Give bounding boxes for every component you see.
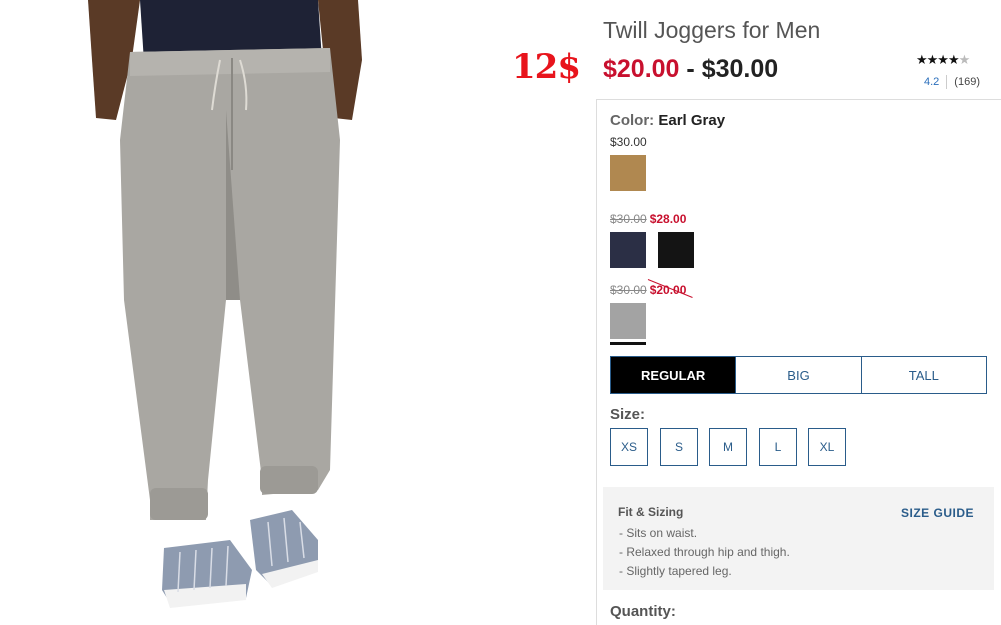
selected-swatch-indicator bbox=[610, 342, 646, 345]
price-range: $20.00 - $30.00 bbox=[603, 55, 778, 84]
fit-details-list: Sits on waist. Relaxed through hip and t… bbox=[619, 524, 790, 581]
price-tier-regular: $30.00 bbox=[610, 135, 647, 149]
price-tier-sale-1: $30.00 $28.00 bbox=[610, 212, 687, 226]
size-guide-link[interactable]: SIZE GUIDE bbox=[901, 506, 974, 520]
fit-sizing-title: Fit & Sizing bbox=[618, 505, 684, 519]
rating-score: 4.2 bbox=[924, 75, 940, 88]
size-s-button[interactable]: S bbox=[660, 428, 698, 466]
tab-tall[interactable]: TALL bbox=[860, 357, 986, 393]
size-m-button[interactable]: M bbox=[709, 428, 747, 466]
promo-price-sticker: 12$ bbox=[512, 47, 581, 87]
product-title: Twill Joggers for Men bbox=[603, 17, 821, 43]
list-item: Relaxed through hip and thigh. bbox=[619, 543, 789, 562]
fit-tabs: REGULAR BIG TALL bbox=[610, 356, 987, 394]
price-separator: - bbox=[686, 55, 695, 83]
star-rating-icon: ★★★★★ bbox=[916, 52, 970, 67]
size-xs-button[interactable]: XS bbox=[610, 428, 648, 466]
quantity-label: Quantity: bbox=[610, 603, 676, 620]
panel-divider bbox=[596, 99, 1001, 100]
rating-divider bbox=[946, 75, 948, 89]
selected-color: Earl Gray bbox=[658, 112, 726, 129]
price-high: $30.00 bbox=[701, 55, 779, 83]
tab-regular[interactable]: REGULAR bbox=[611, 357, 736, 393]
swatch-black[interactable] bbox=[658, 232, 694, 268]
fit-sizing-box: Fit & Sizing SIZE GUIDE Sits on waist. R… bbox=[603, 487, 994, 590]
price-low: $20.00 bbox=[603, 55, 680, 83]
list-item: Slightly tapered leg. bbox=[619, 562, 790, 581]
swatch-khaki[interactable] bbox=[610, 155, 646, 191]
swatch-earl-gray[interactable] bbox=[610, 303, 646, 339]
product-rating[interactable]: ★★★★★ 4.2 (169) bbox=[916, 52, 988, 89]
size-xl-button[interactable]: XL bbox=[808, 428, 846, 466]
product-image bbox=[0, 0, 500, 625]
size-label: Size: bbox=[610, 406, 646, 423]
rating-summary: 4.2 (169) bbox=[924, 75, 980, 89]
tab-big[interactable]: BIG bbox=[735, 357, 860, 393]
review-count: (169) bbox=[954, 75, 980, 88]
color-label: Color: Earl Gray bbox=[610, 112, 726, 129]
size-l-button[interactable]: L bbox=[759, 428, 797, 466]
swatch-navy[interactable] bbox=[610, 232, 646, 268]
panel-border bbox=[596, 99, 597, 625]
list-item: Sits on waist. bbox=[619, 524, 790, 543]
